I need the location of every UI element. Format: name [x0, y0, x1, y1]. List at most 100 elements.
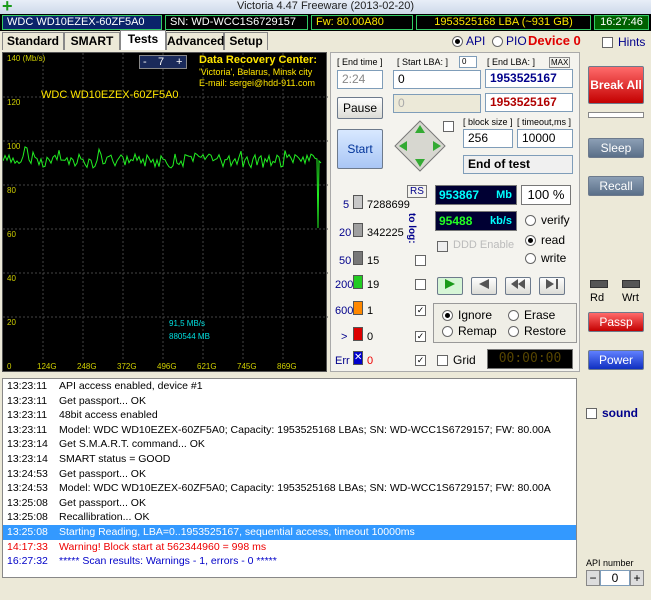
y-tick: 40 — [7, 274, 16, 283]
end-lba-label: [ End LBA: ] — [487, 57, 536, 67]
end-action-select[interactable]: End of test — [463, 155, 573, 174]
pad-checkbox[interactable] — [443, 121, 454, 132]
tab-smart[interactable]: SMART — [64, 32, 120, 50]
play-icon — [445, 279, 455, 289]
sound-checkbox[interactable] — [586, 408, 597, 419]
event-log[interactable]: 13:23:11 API access enabled, device #1 13:… — [2, 378, 577, 578]
log-time: 13:23:11 — [7, 423, 48, 436]
power-button[interactable]: Power — [588, 350, 644, 370]
end-lba-field-2[interactable]: 1953525167 — [485, 93, 573, 112]
restore-radio[interactable] — [508, 326, 519, 337]
log-message: Warning! Block start at 562344960 = 998 … — [59, 540, 267, 553]
percent-value: 100 — [527, 187, 550, 202]
tab-standard[interactable]: Standard — [2, 32, 64, 50]
log-row[interactable]: 13:23:11 Get passport... OK — [3, 394, 576, 409]
log-row[interactable]: 13:23:11 API access enabled, device #1 — [3, 379, 576, 394]
counter-label-50: 50 — [339, 255, 352, 267]
x-tick: 372G — [117, 362, 137, 371]
pio-radio[interactable] — [492, 36, 503, 47]
log-row[interactable]: 13:23:14 SMART status = GOOD — [3, 452, 576, 467]
tab-setup[interactable]: Setup — [224, 32, 268, 50]
device-label: Device 0 — [528, 33, 581, 48]
timeout-select[interactable]: 10000 — [517, 129, 573, 148]
counter-log-checkbox[interactable]: ✓ — [415, 355, 426, 366]
counter-label-over: > — [341, 331, 348, 343]
log-row[interactable]: 13:24:53 Get passport... OK — [3, 467, 576, 482]
log-row[interactable]: 13:23:11 48bit access enabled — [3, 408, 576, 423]
counter-swatch — [353, 223, 363, 237]
clock: 16:27:46 — [594, 15, 649, 30]
skip-end-button[interactable] — [539, 277, 565, 295]
log-row[interactable]: 13:24:53 Model: WDC WD10EZEX-60ZF5A0; Cap… — [3, 481, 576, 496]
log-message: Starting Reading, LBA=0..1953525167, seq… — [59, 525, 415, 538]
timeout-label: [ timeout,ms ] — [517, 117, 572, 127]
api-number-increment[interactable]: + — [630, 570, 644, 586]
log-message: SMART status = GOOD — [59, 452, 171, 465]
api-number-decrement[interactable]: − — [586, 570, 600, 586]
tab-tests[interactable]: Tests — [120, 30, 166, 50]
counter-log-checkbox[interactable]: ✓ — [415, 331, 426, 342]
write-indicator — [622, 280, 640, 288]
recovery-email: E-mail: sergei@hdd-911.com — [199, 78, 316, 88]
x-tick: 248G — [77, 362, 97, 371]
play-button[interactable] — [437, 277, 463, 295]
speed-graph: 140 (Mb/s) 120 100 80 60 40 20 0 124G 24… — [2, 52, 328, 372]
counter-log-checkbox[interactable] — [415, 279, 426, 290]
read-radio[interactable] — [525, 235, 536, 246]
recall-button[interactable]: Recall — [588, 176, 644, 196]
write-indicator-label: Wrt — [622, 292, 639, 304]
counter-value: 19 — [367, 279, 380, 291]
block-size-select[interactable]: 256 — [463, 129, 513, 148]
log-row[interactable]: 14:17:33 Warning! Block start at 56234496… — [3, 540, 576, 555]
remap-radio[interactable] — [442, 326, 453, 337]
write-radio[interactable] — [525, 253, 536, 264]
tab-advanced[interactable]: Advanced — [166, 32, 224, 50]
ddd-checkbox[interactable] — [437, 241, 448, 252]
back-button[interactable] — [471, 277, 497, 295]
passp-button[interactable]: Passp — [588, 312, 644, 332]
log-message: Get S.M.A.R.T. command... OK — [59, 438, 205, 451]
log-row[interactable]: 13:23:14 Get S.M.A.R.T. command... OK — [3, 437, 576, 452]
block-size-label: [ block size ] — [463, 117, 513, 127]
end-time-field[interactable]: 2:24 — [337, 70, 383, 89]
log-row[interactable]: 13:23:11 Model: WDC WD10EZEX-60ZF5A0; Cap… — [3, 423, 576, 438]
log-message: 48bit access enabled — [59, 409, 158, 422]
start-button[interactable]: Start — [337, 129, 383, 169]
test-controls-panel: [ End time ] 2:24 [ Start LBA: ] 0 0 0 [… — [330, 52, 580, 372]
ignore-label: Ignore — [458, 308, 493, 322]
log-time: 14:17:33 — [7, 540, 48, 553]
break-all-button[interactable]: Break All — [588, 66, 644, 104]
sleep-button[interactable]: Sleep — [588, 138, 644, 158]
log-row[interactable]: 13:25:08 Recallibration... OK — [3, 510, 576, 525]
counter-log-checkbox[interactable] — [415, 255, 426, 266]
ignore-radio[interactable] — [442, 310, 453, 321]
direction-pad-icon[interactable] — [393, 119, 447, 173]
log-time: 13:25:08 — [7, 525, 48, 538]
log-row[interactable]: 16:27:32 ***** Scan results: Warnings - 1… — [3, 554, 576, 569]
grid-checkbox[interactable] — [437, 355, 448, 366]
break-all-indicator — [588, 112, 644, 118]
rs-button[interactable]: RS — [407, 185, 427, 198]
log-row[interactable]: 13:25:08 Get passport... OK — [3, 496, 576, 511]
hints-checkbox[interactable] — [602, 37, 613, 48]
y-tick: 20 — [7, 318, 16, 327]
skip-back-button[interactable] — [505, 277, 531, 295]
sound-label: sound — [602, 406, 638, 420]
counter-swatch — [353, 327, 363, 341]
api-radio[interactable] — [452, 36, 463, 47]
verify-radio[interactable] — [525, 215, 536, 226]
drive-model: WDC WD10EZEX-60ZF5A0 — [2, 15, 162, 30]
start-lba-field[interactable]: 0 — [393, 70, 481, 89]
scale-minus-button[interactable]: - — [143, 56, 147, 68]
read-mb-unit: Mb — [496, 189, 512, 201]
scale-plus-button[interactable]: + — [176, 56, 182, 68]
end-lba-field[interactable]: 1953525167 — [485, 69, 573, 88]
api-number-field[interactable]: 0 — [600, 570, 630, 586]
log-row[interactable]: 13:25:08 Starting Reading, LBA=0..1953525… — [3, 524, 576, 540]
end-lba-max-button[interactable]: MAX — [549, 57, 571, 68]
counter-log-checkbox[interactable]: ✓ — [415, 305, 426, 316]
log-message: ***** Scan results: Warnings - 1, errors… — [59, 555, 277, 568]
start-lba-small[interactable]: 0 — [459, 56, 477, 68]
erase-radio[interactable] — [508, 310, 519, 321]
pause-button[interactable]: Pause — [337, 97, 383, 119]
